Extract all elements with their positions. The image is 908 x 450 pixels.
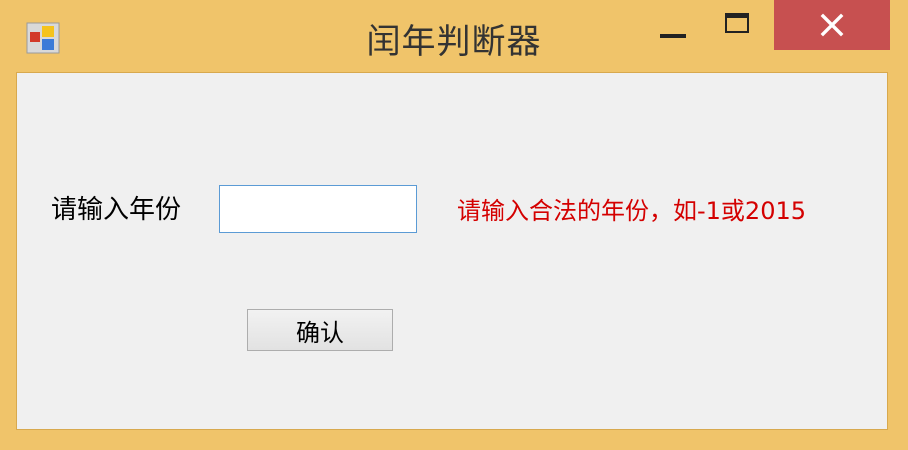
minimize-icon	[660, 34, 686, 38]
year-input[interactable]	[219, 185, 417, 233]
close-icon	[820, 13, 844, 37]
validation-hint: 请输入合法的年份，如-1或2015	[457, 197, 807, 225]
app-window: 闰年判断器 请输入年份 请输入合法的年份，如-1或2015 确认	[0, 0, 908, 450]
year-label: 请输入年份	[51, 195, 182, 225]
maximize-button[interactable]	[712, 0, 766, 52]
client-area: 请输入年份 请输入合法的年份，如-1或2015 确认	[16, 72, 888, 430]
minimize-button[interactable]	[646, 0, 700, 52]
close-button[interactable]	[774, 0, 890, 50]
maximize-icon	[725, 13, 749, 33]
confirm-button[interactable]: 确认	[247, 309, 393, 351]
window-title: 闰年判断器	[366, 22, 542, 62]
title-bar[interactable]: 闰年判断器	[0, 0, 908, 72]
